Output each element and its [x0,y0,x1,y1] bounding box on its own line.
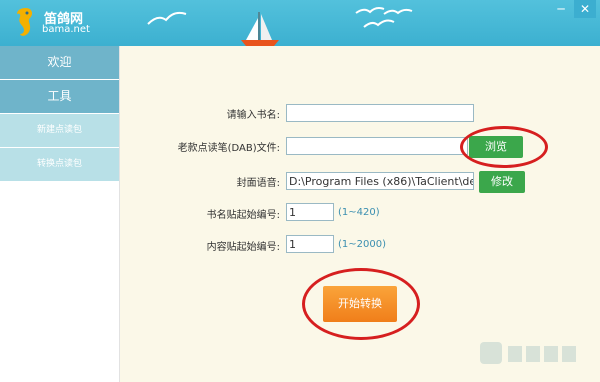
header-decoration [147,7,413,46]
book-name-label: 请输入书名: [226,110,280,121]
sidebar-item-tools[interactable]: 工具 [0,80,119,113]
title-sticker-start-label: 书名贴起始编号: [206,210,280,221]
dab-file-label: 老款点读笔(DAB)文件: [177,143,280,154]
sailboat-icon [241,12,279,46]
app-header: 笛鸽网 bama.net ─ ✕ [0,0,600,46]
dab-file-input[interactable] [286,137,468,155]
modify-button[interactable]: 修改 [479,171,525,193]
seagull-icon [355,7,413,28]
sidebar-item-welcome[interactable]: 欢迎 [0,46,119,79]
title-sticker-range: (1~420) [338,207,380,218]
highlight-ring-start [302,268,420,340]
close-icon[interactable]: ✕ [574,0,596,18]
book-name-input[interactable] [286,104,474,122]
content-sticker-range: (1~2000) [338,239,386,250]
highlight-ring-browse [460,126,548,168]
cover-audio-input[interactable]: D:\Program Files (x86)\TaClient\default.… [286,172,474,190]
main-content: 请输入书名: 老款点读笔(DAB)文件: 浏览 封面语音: D:\Program… [120,46,600,382]
sidebar-subitem-new-package[interactable]: 新建点读包 [0,114,119,147]
sidebar-subitem-convert-package[interactable]: 转换点读包 [0,148,119,181]
sidebar: 欢迎 工具 新建点读包 转换点读包 [0,46,120,382]
minimize-icon[interactable]: ─ [550,0,572,18]
content-sticker-start-label: 内容贴起始编号: [206,242,280,253]
seagull-icon [147,11,187,25]
content-sticker-start-input[interactable]: 1 [286,235,334,253]
title-sticker-start-input[interactable]: 1 [286,203,334,221]
cover-audio-label: 封面语音: [236,178,280,189]
watermark-logo [480,342,576,364]
